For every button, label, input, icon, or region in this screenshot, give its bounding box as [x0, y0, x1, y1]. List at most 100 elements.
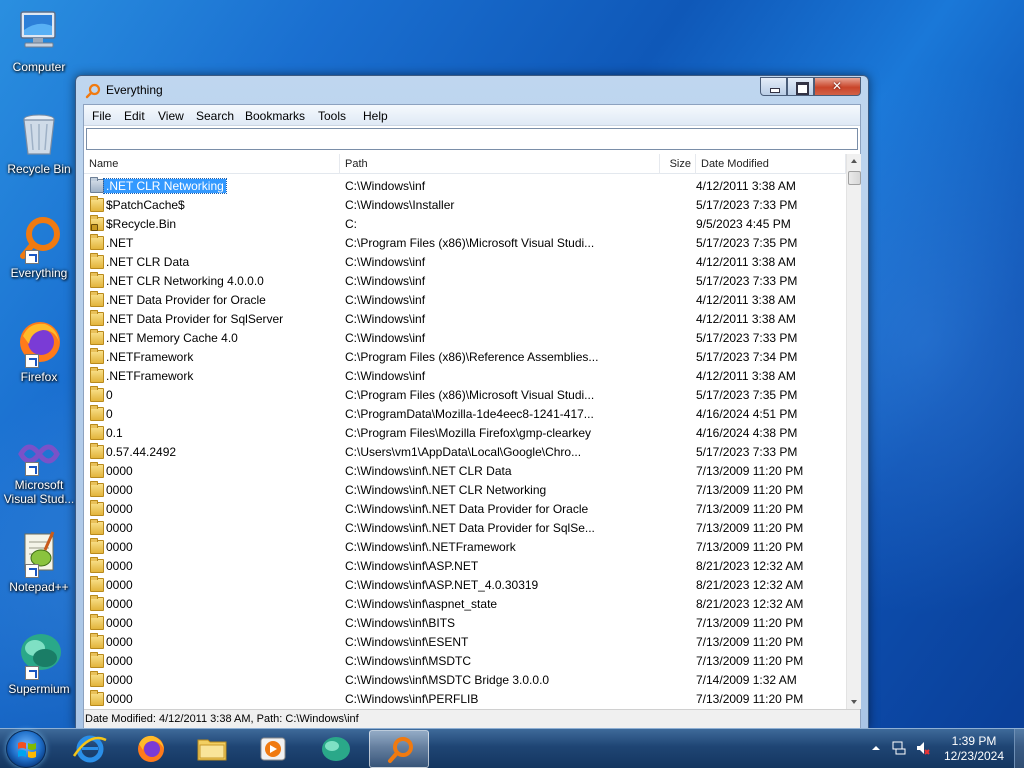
volume-muted-icon[interactable]	[915, 740, 931, 756]
folder-icon	[90, 386, 104, 402]
desktop-icon-firefox[interactable]: Firefox	[2, 318, 76, 384]
result-name: 0000	[106, 521, 133, 535]
result-row[interactable]: 0.57.44.2492 C:\Users\vm1\AppData\Local\G…	[84, 443, 846, 462]
result-row[interactable]: 0000 C:\Windows\inf\MSDTC Bridge 3.0.0.0 7…	[84, 671, 846, 690]
result-row[interactable]: 0000 C:\Windows\inf\MSDTC 7/13/2009 11:20 …	[84, 652, 846, 671]
everything-app-icon[interactable]	[85, 83, 101, 99]
result-path: C:\Windows\inf	[345, 293, 426, 307]
menu-file[interactable]: File	[92, 109, 111, 123]
result-row[interactable]: 0000 C:\Windows\inf\.NET CLR Networking 7/…	[84, 481, 846, 500]
result-path: C:\Windows\inf\MSDTC Bridge 3.0.0.0	[345, 673, 550, 687]
result-row[interactable]: 0000 C:\Windows\inf\aspnet_state 8/21/2023…	[84, 595, 846, 614]
column-header-name[interactable]: Name	[84, 154, 340, 174]
result-row[interactable]: .NET C:\Program Files (x86)\Microsoft Vis…	[84, 234, 846, 253]
result-path: C:\Windows\inf	[345, 331, 426, 345]
folder-icon	[90, 519, 104, 535]
result-row[interactable]: 0000 C:\Windows\inf\.NET Data Provider fo…	[84, 500, 846, 519]
menu-view[interactable]: View	[158, 109, 184, 123]
result-row[interactable]: 0000 C:\Windows\inf\.NET CLR Data 7/13/200…	[84, 462, 846, 481]
column-header-path[interactable]: Path	[340, 154, 660, 174]
result-row[interactable]: .NET CLR Networking 4.0.0.0 C:\Windows\in…	[84, 272, 846, 291]
result-name: .NET Data Provider for Oracle	[106, 293, 266, 307]
taskbar-everything[interactable]	[369, 730, 429, 768]
close-button[interactable]	[814, 77, 861, 96]
system-clock[interactable]: 1:39 PM 12/23/2024	[936, 734, 1012, 764]
scroll-thumb[interactable]	[848, 171, 861, 185]
desktop-icon-visual-studio[interactable]: Microsoft Visual Stud...	[2, 434, 76, 506]
result-row[interactable]: 0000 C:\Windows\inf\ESENT 7/13/2009 11:20 …	[84, 633, 846, 652]
vertical-scrollbar[interactable]	[846, 154, 861, 709]
result-path: C:	[345, 217, 357, 231]
visual-studio-icon	[15, 434, 63, 476]
desktop-icon-recycle-bin[interactable]: Recycle Bin	[2, 110, 76, 176]
menu-edit[interactable]: Edit	[124, 109, 145, 123]
result-date-modified: 7/13/2009 11:20 PM	[696, 616, 804, 630]
result-row[interactable]: 0000 C:\Windows\inf\.NETFramework 7/13/200…	[84, 538, 846, 557]
result-row[interactable]: 0 C:\Program Files (x86)\Microsoft Visual…	[84, 386, 846, 405]
search-input[interactable]	[86, 128, 858, 150]
result-row[interactable]: 0000 C:\Windows\inf\ASP.NET_4.0.30319 8/21…	[84, 576, 846, 595]
result-row[interactable]: .NET CLR Data C:\Windows\inf 4/12/2011 3:3…	[84, 253, 846, 272]
result-date-modified: 4/12/2011 3:38 AM	[696, 179, 796, 193]
result-row[interactable]: $Recycle.Bin C: 9/5/2023 4:45 PM	[84, 215, 846, 234]
result-date-modified: 4/16/2024 4:51 PM	[696, 407, 798, 421]
everything-magnifier-icon	[388, 737, 413, 763]
menu-search[interactable]: Search	[196, 109, 234, 123]
result-row[interactable]: .NET CLR Networking C:\Windows\inf 4/12/20…	[84, 177, 846, 196]
scroll-up-arrow-icon[interactable]	[847, 154, 862, 169]
taskbar-media-player[interactable]	[243, 730, 303, 768]
menu-tools[interactable]: Tools	[318, 109, 346, 123]
desktop-icon-everything[interactable]: Everything	[2, 214, 76, 280]
result-row[interactable]: .NET Memory Cache 4.0 C:\Windows\inf 5/17/…	[84, 329, 846, 348]
status-bar: Date Modified: 4/12/2011 3:38 AM, Path: …	[84, 709, 860, 729]
menu-bookmarks[interactable]: Bookmarks	[245, 109, 305, 123]
result-name: 0000	[106, 673, 133, 687]
taskbar-internet-explorer[interactable]	[60, 730, 120, 768]
result-row[interactable]: .NETFramework C:\Program Files (x86)\Refe…	[84, 348, 846, 367]
result-row[interactable]: 0.1 C:\Program Files\Mozilla Firefox\gmp-…	[84, 424, 846, 443]
result-name: 0.57.44.2492	[106, 445, 177, 459]
desktop-icon-notepad-plus-plus[interactable]: Notepad++	[2, 528, 76, 594]
result-date-modified: 4/16/2024 4:38 PM	[696, 426, 798, 440]
result-row[interactable]: 0000 C:\Windows\inf\BITS 7/13/2009 11:20 P…	[84, 614, 846, 633]
title-bar[interactable]: Everything	[76, 76, 868, 104]
menu-help[interactable]: Help	[363, 109, 388, 123]
result-date-modified: 5/17/2023 7:33 PM	[696, 445, 798, 459]
minimize-button[interactable]	[760, 77, 787, 96]
folder-icon	[90, 443, 104, 459]
result-date-modified: 8/21/2023 12:32 AM	[696, 578, 804, 592]
scroll-down-arrow-icon[interactable]	[847, 694, 862, 709]
result-row[interactable]: 0000 C:\Windows\inf\PERFLIB 7/13/2009 11:2…	[84, 690, 846, 709]
firefox-icon	[15, 318, 63, 368]
desktop-icon-supermium[interactable]: Supermium	[2, 630, 76, 696]
folder-icon	[90, 424, 104, 440]
lock-icon	[91, 224, 98, 231]
result-date-modified: 5/17/2023 7:33 PM	[696, 198, 798, 212]
column-header-date-modified[interactable]: Date Modified	[696, 154, 846, 174]
result-row[interactable]: $PatchCache$ C:\Windows\Installer 5/17/202…	[84, 196, 846, 215]
result-row[interactable]: .NET Data Provider for SqlServer C:\Windo…	[84, 310, 846, 329]
result-path: C:\Program Files (x86)\Microsoft Visual …	[345, 388, 595, 402]
folder-icon	[90, 557, 104, 573]
column-header-size[interactable]: Size	[660, 154, 696, 174]
taskbar-firefox[interactable]	[121, 730, 181, 768]
desktop-icon-computer[interactable]: Computer	[2, 8, 76, 74]
show-desktop-button[interactable]	[1014, 729, 1024, 768]
result-row[interactable]: 0000 C:\Windows\inf\ASP.NET 8/21/2023 12:3…	[84, 557, 846, 576]
result-path: C:\Windows\inf	[345, 255, 426, 269]
taskbar-supermium[interactable]	[305, 730, 365, 768]
result-row[interactable]: .NETFramework C:\Windows\inf 4/12/2011 3:3…	[84, 367, 846, 386]
show-hidden-icons-chevron-icon[interactable]	[868, 740, 884, 756]
result-row[interactable]: 0 C:\ProgramData\Mozilla-1de4eec8-1241-41…	[84, 405, 846, 424]
maximize-button[interactable]	[787, 77, 814, 96]
result-row[interactable]: .NET Data Provider for Oracle C:\Windows\…	[84, 291, 846, 310]
network-icon[interactable]	[891, 740, 907, 756]
result-path: C:\Windows\inf\.NET Data Provider for Sq…	[345, 521, 595, 535]
desktop-icon-label: Computer	[12, 60, 66, 74]
result-name: 0000	[106, 578, 133, 592]
taskbar-file-explorer[interactable]	[182, 730, 242, 768]
result-row[interactable]: 0000 C:\Windows\inf\.NET Data Provider fo…	[84, 519, 846, 538]
supermium-icon	[322, 737, 350, 761]
start-button[interactable]	[6, 730, 46, 768]
result-name: 0000	[106, 502, 133, 516]
